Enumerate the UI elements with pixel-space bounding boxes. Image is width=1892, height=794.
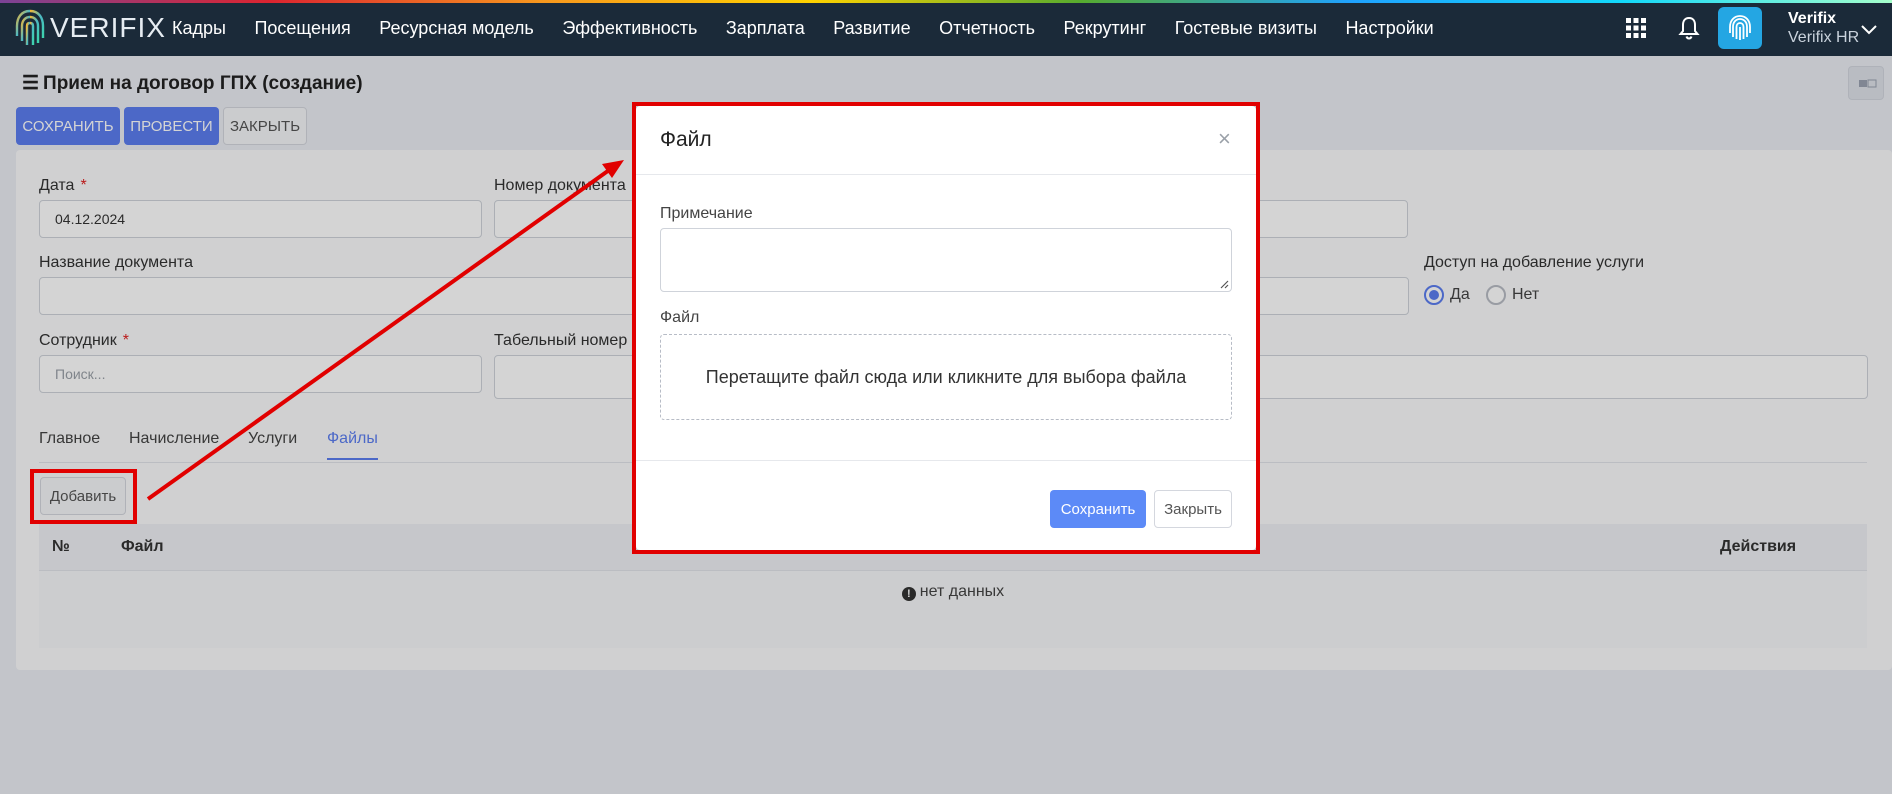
annotation-arrow (146, 160, 624, 501)
